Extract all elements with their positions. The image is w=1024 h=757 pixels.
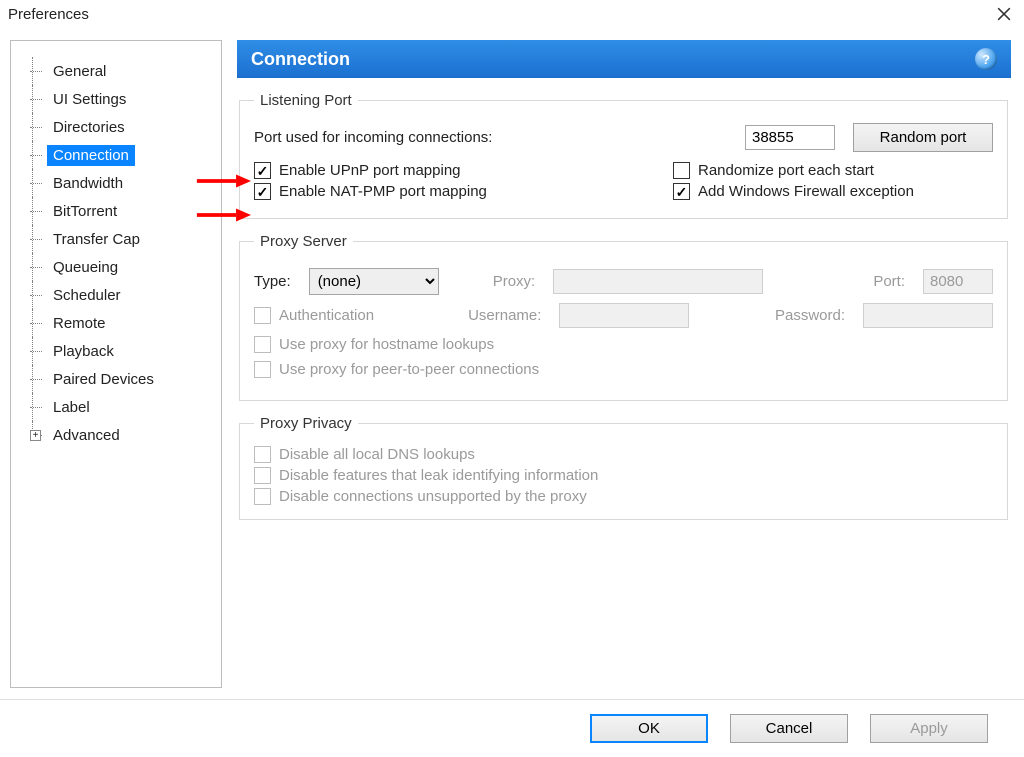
cancel-button[interactable]: Cancel	[730, 714, 848, 743]
proxy-privacy-legend: Proxy Privacy	[254, 415, 358, 432]
sidebar-item-bittorrent[interactable]: BitTorrent	[21, 197, 221, 225]
help-icon[interactable]: ?	[975, 48, 997, 70]
proxy-password-input	[863, 303, 993, 328]
content-area: General UI Settings Directories Connecti…	[0, 28, 1024, 688]
proxy-privacy-group: Proxy Privacy Disable all local DNS look…	[239, 415, 1008, 520]
window-title: Preferences	[8, 6, 89, 23]
panel-title: Connection	[251, 49, 350, 70]
proxy-server-group: Proxy Server Type: (none) Proxy: Port: A…	[239, 233, 1008, 401]
privacy-unsupported-checkbox: Disable connections unsupported by the p…	[254, 488, 587, 505]
privacy-dns-checkbox: Disable all local DNS lookups	[254, 446, 475, 463]
proxy-username-input	[559, 303, 689, 328]
sidebar-item-general[interactable]: General	[21, 57, 221, 85]
proxy-host-label: Proxy:	[493, 273, 536, 290]
sidebar-item-advanced[interactable]: +Advanced	[21, 421, 221, 449]
proxy-p2p-checkbox: Use proxy for peer-to-peer connections	[254, 361, 539, 378]
sidebar-item-scheduler[interactable]: Scheduler	[21, 281, 221, 309]
port-label: Port used for incoming connections:	[254, 129, 492, 146]
main-panel: Connection ? Listening Port Port used fo…	[225, 40, 1014, 688]
proxy-password-label: Password:	[775, 307, 845, 324]
sidebar-item-directories[interactable]: Directories	[21, 113, 221, 141]
proxy-hostname-checkbox: Use proxy for hostname lookups	[254, 336, 494, 353]
listening-port-legend: Listening Port	[254, 92, 358, 109]
proxy-type-label: Type:	[254, 273, 291, 290]
proxy-port-input	[923, 269, 993, 294]
proxy-server-legend: Proxy Server	[254, 233, 353, 250]
sidebar-item-transfer-cap[interactable]: Transfer Cap	[21, 225, 221, 253]
apply-button: Apply	[870, 714, 988, 743]
sidebar-item-playback[interactable]: Playback	[21, 337, 221, 365]
proxy-port-label: Port:	[873, 273, 905, 290]
proxy-host-input	[553, 269, 763, 294]
sidebar-item-ui-settings[interactable]: UI Settings	[21, 85, 221, 113]
randomize-port-checkbox[interactable]: Randomize port each start	[673, 162, 993, 179]
dialog-footer: OK Cancel Apply	[0, 699, 1024, 757]
firewall-checkbox[interactable]: Add Windows Firewall exception	[673, 183, 993, 200]
port-input[interactable]	[745, 125, 835, 150]
proxy-auth-checkbox: Authentication	[254, 307, 374, 324]
sidebar-item-remote[interactable]: Remote	[21, 309, 221, 337]
sidebar-item-paired-devices[interactable]: Paired Devices	[21, 365, 221, 393]
natpmp-checkbox[interactable]: Enable NAT-PMP port mapping	[254, 183, 487, 200]
sidebar-item-bandwidth[interactable]: Bandwidth	[21, 169, 221, 197]
random-port-button[interactable]: Random port	[853, 123, 993, 152]
ok-button[interactable]: OK	[590, 714, 708, 743]
panel-header: Connection ?	[237, 40, 1011, 78]
privacy-leak-checkbox: Disable features that leak identifying i…	[254, 467, 598, 484]
upnp-checkbox[interactable]: Enable UPnP port mapping	[254, 162, 461, 179]
sidebar-item-connection[interactable]: Connection	[21, 141, 221, 169]
plus-icon[interactable]: +	[30, 430, 41, 441]
listening-port-group: Listening Port Port used for incoming co…	[239, 92, 1008, 219]
sidebar-item-queueing[interactable]: Queueing	[21, 253, 221, 281]
proxy-type-select[interactable]: (none)	[309, 268, 439, 295]
sidebar: General UI Settings Directories Connecti…	[10, 40, 222, 688]
close-icon[interactable]	[992, 2, 1016, 26]
titlebar: Preferences	[0, 0, 1024, 28]
sidebar-item-label[interactable]: Label	[21, 393, 221, 421]
proxy-username-label: Username:	[468, 307, 541, 324]
